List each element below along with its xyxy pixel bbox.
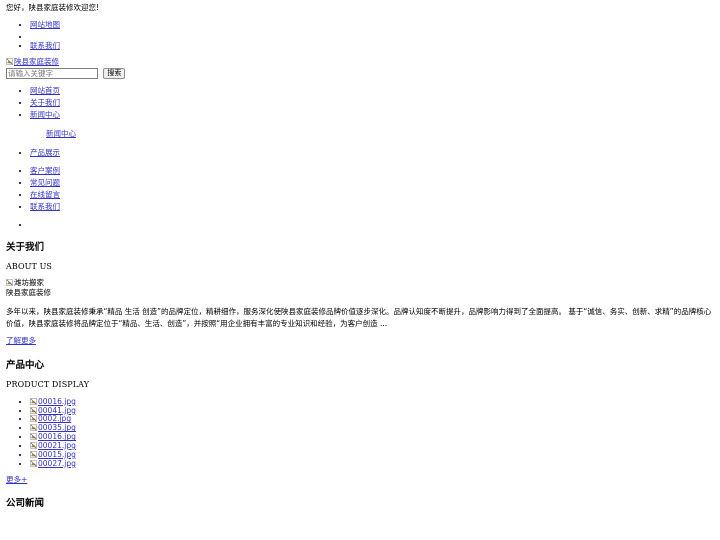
product-alt-text: 00016.jpg	[38, 396, 76, 406]
broken-image-icon	[6, 279, 13, 287]
product-alt-text: 00027.jpg	[38, 458, 76, 468]
main-nav-secondary: 客户案例 常见问题 在线留言 联系我们	[6, 165, 714, 213]
logo-alt-text: 陕县家庭装修	[14, 56, 59, 66]
list-item[interactable]: 00041.jpg	[30, 405, 714, 416]
product-alt-text: 00035.jpg	[38, 423, 76, 433]
main-nav-trailing	[6, 219, 714, 228]
broken-image-icon	[30, 433, 37, 440]
news-submenu: 新闻中心	[6, 128, 714, 140]
welcome-greeting: 您好，陕县家庭装修欢迎您!	[6, 3, 100, 12]
products-section-subtitle: PRODUCT DISPLAY	[6, 380, 90, 390]
main-nav-item-cases[interactable]: 客户案例	[30, 165, 714, 177]
main-nav-item-products[interactable]: 产品展示	[30, 147, 714, 159]
product-alt-text: 00021.jpg	[38, 440, 76, 450]
logo-link[interactable]: 陕县家庭装修	[6, 56, 59, 67]
nav-home-link[interactable]: 网站首页	[30, 86, 60, 95]
list-item[interactable]: 00016.jpg	[30, 396, 714, 407]
product-thumb-link[interactable]: 00027.jpg	[30, 458, 76, 469]
main-nav-item-faq[interactable]: 常见问题	[30, 177, 714, 189]
list-item[interactable]: 00027.jpg	[30, 458, 714, 469]
broken-image-icon	[30, 451, 37, 458]
nav-guestbook-link[interactable]: 在线留言	[30, 190, 60, 199]
search-form[interactable]: 搜索	[6, 67, 714, 79]
broken-image-icon	[30, 397, 37, 405]
search-input[interactable]	[6, 67, 98, 79]
nav-contact-link[interactable]: 联系我们	[30, 202, 60, 211]
list-item[interactable]: 00015.jpg	[30, 449, 714, 460]
product-alt-text: 00041.jpg	[38, 405, 76, 415]
main-nav-item-home[interactable]: 网站首页	[30, 85, 714, 97]
about-image-caption: 陕县家庭装修	[6, 288, 51, 298]
main-nav-products: 产品展示	[6, 147, 714, 159]
news-submenu-item[interactable]: 新闻中心	[6, 128, 714, 140]
list-item[interactable]: 0002.jpg	[30, 415, 714, 424]
main-nav-item-about[interactable]: 关于我们	[30, 97, 714, 109]
news-section-title: 公司新闻	[6, 498, 45, 510]
nav-about-link[interactable]: 关于我们	[30, 98, 60, 107]
about-more-link-wrap: 了解更多	[6, 336, 714, 346]
sitemap-link[interactable]: 网站地图	[30, 20, 60, 29]
top-nav-item-empty	[30, 31, 714, 40]
products-more-link-wrap: 更多+	[6, 475, 714, 485]
nav-news-link[interactable]: 新闻中心	[30, 110, 60, 119]
list-item[interactable]: 00016.jpg	[30, 432, 714, 442]
top-nav-item-contact[interactable]: 联系我们	[30, 40, 714, 52]
about-more-link[interactable]: 了解更多	[6, 336, 36, 345]
products-section-title: 产品中心	[6, 360, 45, 372]
broken-image-icon	[30, 424, 37, 432]
broken-image-icon	[30, 442, 37, 449]
site-logo[interactable]: 陕县家庭装修	[6, 56, 714, 67]
contact-link[interactable]: 联系我们	[30, 41, 60, 50]
about-image-alt-text: 潍坊搬家	[14, 278, 44, 288]
product-alt-text: 00016.jpg	[38, 432, 76, 442]
main-nav-trailing-item	[30, 219, 714, 228]
main-nav-primary: 网站首页 关于我们 新闻中心	[6, 85, 714, 121]
nav-cases-link[interactable]: 客户案例	[30, 166, 60, 175]
main-nav-item-guestbook[interactable]: 在线留言	[30, 189, 714, 201]
list-item[interactable]: 00021.jpg	[30, 440, 714, 451]
broken-image-icon	[30, 415, 37, 423]
about-body-text: 多年以来，陕县家庭装修秉承“精品 生活 创造”的品牌定位，精耕细作，服务深化使陕…	[6, 307, 712, 328]
broken-image-icon	[30, 406, 37, 414]
search-button[interactable]: 搜索	[103, 67, 126, 79]
nav-products-link[interactable]: 产品展示	[30, 148, 60, 157]
products-more-link[interactable]: 更多+	[6, 475, 27, 484]
product-list: 00016.jpg 00041.jpg 0002.jpg 00035.jpg 0…	[6, 396, 714, 469]
product-alt-text: 0002.jpg	[38, 414, 72, 424]
main-nav-item-news[interactable]: 新闻中心	[30, 109, 714, 121]
broken-image-icon	[30, 459, 37, 467]
page-root: 您好，陕县家庭装修欢迎您! 网站地图 联系我们 陕县家庭装修 搜索 网站首页 关…	[0, 0, 720, 510]
top-nav: 网站地图 联系我们	[6, 19, 714, 52]
about-section-subtitle: ABOUT US	[6, 261, 53, 271]
list-item[interactable]: 00035.jpg	[30, 423, 714, 433]
top-nav-item-sitemap[interactable]: 网站地图	[30, 19, 714, 31]
news-submenu-link[interactable]: 新闻中心	[46, 129, 76, 138]
nav-faq-link[interactable]: 常见问题	[30, 178, 60, 187]
broken-image-icon	[6, 58, 13, 65]
main-nav-item-contact[interactable]: 联系我们	[30, 201, 714, 213]
about-section-title: 关于我们	[6, 241, 45, 253]
product-alt-text: 00015.jpg	[38, 449, 76, 459]
about-broken-image: 潍坊搬家	[6, 278, 44, 288]
about-image: 潍坊搬家	[6, 278, 714, 288]
